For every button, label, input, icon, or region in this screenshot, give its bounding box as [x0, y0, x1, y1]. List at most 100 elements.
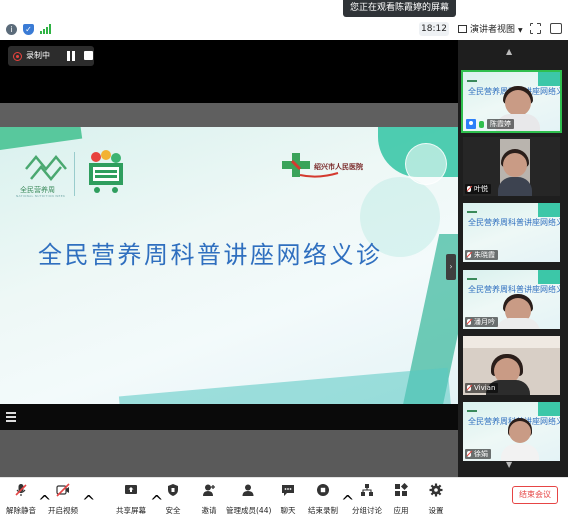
- breakout-rooms-label: 分组讨论: [352, 506, 382, 515]
- start-video-button[interactable]: 开启视频: [46, 482, 80, 515]
- participant-name-tag: 叶悦: [465, 184, 491, 194]
- security-button[interactable]: 安全: [161, 482, 185, 515]
- security-label: 安全: [165, 506, 181, 515]
- stop-record-icon: [317, 484, 329, 496]
- tile-decor: [538, 72, 560, 86]
- mic-muted-icon: [15, 484, 27, 496]
- participant-name: 朱晓霞: [474, 251, 495, 259]
- participants-label: 管理成员(44): [226, 506, 272, 515]
- tile-decor: [538, 203, 560, 217]
- meeting-window: i ✓ 您正在观看陈霞婷的屏幕 18:12 演讲者视图▼ 录制中 全民营养周: [0, 0, 568, 516]
- chat-label: 聊天: [280, 506, 296, 515]
- participant-name-tag: Vivian: [465, 383, 499, 393]
- viewing-screen-toast: 您正在观看陈霞婷的屏幕: [343, 0, 456, 17]
- apps-icon: [395, 482, 409, 496]
- share-screen-icon: [125, 485, 137, 494]
- recording-label: 录制中: [26, 51, 50, 60]
- shared-screen-top-strip: [0, 103, 458, 127]
- participant-name: 潘月吟: [474, 318, 495, 326]
- invite-label: 邀请: [201, 506, 217, 515]
- participant-tile[interactable]: Vivian: [463, 336, 560, 395]
- participant-face: [505, 90, 531, 116]
- mic-muted-icon: [467, 451, 471, 457]
- stop-recording-label: 结束录制: [308, 506, 338, 515]
- top-bar: i ✓ 您正在观看陈霞婷的屏幕 18:12 演讲者视图 ▼: [0, 0, 568, 40]
- shared-slide: 全民营养周 NATIONAL NUTRITION WEEK 绍兴市人民医院 全民…: [0, 127, 458, 404]
- chat-button[interactable]: 聊天: [276, 482, 300, 515]
- host-icon: [466, 119, 476, 129]
- stop-recording-icon[interactable]: [84, 51, 93, 60]
- participants-icon: [242, 484, 254, 496]
- chevron-up-icon[interactable]: ^: [82, 492, 95, 511]
- list-icon[interactable]: [6, 412, 16, 422]
- add-user-icon: [203, 484, 215, 496]
- tile-logo: [467, 272, 477, 280]
- mic-muted-icon: [467, 186, 471, 192]
- settings-label: 设置: [428, 506, 444, 515]
- apps-button[interactable]: 应用: [389, 482, 413, 515]
- share-screen-button[interactable]: 共享屏幕: [114, 482, 148, 515]
- window-icon[interactable]: [550, 23, 562, 34]
- tile-decor: [538, 270, 560, 284]
- participant-tile[interactable]: 全民营养周科普讲座网络义诊 徐娟: [463, 402, 560, 461]
- participant-body: [501, 444, 539, 461]
- recording-bar: 录制中: [8, 46, 94, 66]
- chevron-down-icon[interactable]: ▼: [506, 460, 512, 469]
- mic-muted-icon: [467, 385, 471, 391]
- shield-icon[interactable]: ✓: [23, 24, 34, 35]
- chat-icon: [282, 485, 294, 496]
- info-icon[interactable]: i: [6, 24, 17, 35]
- participant-name-tag: 徐娟: [465, 449, 491, 459]
- participants-button[interactable]: 管理成员(44): [226, 482, 272, 515]
- participant-name-tag: 潘月吟: [465, 317, 498, 327]
- chevron-down-icon: ▼: [518, 27, 523, 34]
- collapse-gallery-button[interactable]: ›: [446, 254, 456, 280]
- mic-active-icon: [479, 121, 484, 128]
- view-mode-button[interactable]: 演讲者视图 ▼: [458, 22, 523, 38]
- participant-tile[interactable]: 叶悦: [463, 137, 560, 196]
- apps-label: 应用: [393, 506, 409, 515]
- participant-face: [503, 153, 527, 177]
- fullscreen-icon[interactable]: [529, 22, 541, 34]
- stop-recording-button[interactable]: 结束录制: [306, 482, 340, 515]
- mute-button[interactable]: 解除静音: [4, 482, 38, 515]
- end-meeting-button[interactable]: 结束会议: [512, 486, 558, 504]
- gear-icon: [429, 483, 443, 497]
- view-mode-label: 演讲者视图: [470, 25, 516, 35]
- chevron-up-icon[interactable]: ▲: [506, 47, 512, 56]
- participant-tile[interactable]: 全民营养周科普讲座网络义诊 潘月吟: [463, 270, 560, 329]
- logo-divider: [74, 152, 75, 196]
- participant-name: 徐娟: [474, 450, 488, 458]
- participant-name: 叶悦: [474, 185, 488, 193]
- network-signal-icon[interactable]: [40, 24, 52, 34]
- meeting-timer: 18:12: [419, 22, 449, 36]
- breakout-rooms-button[interactable]: 分组讨论: [350, 482, 384, 515]
- tile-logo: [467, 205, 477, 213]
- tile-decor: [538, 402, 560, 416]
- video-off-icon: [56, 483, 70, 497]
- start-video-label: 开启视频: [48, 506, 78, 515]
- participant-tile[interactable]: 全民营养周科普讲座网络义诊 陈霞婷: [461, 70, 562, 133]
- shield-icon: [168, 484, 178, 496]
- logo-left-subtext: NATIONAL NUTRITION WEEK: [16, 194, 66, 198]
- share-screen-label: 共享屏幕: [116, 506, 146, 515]
- tile-logo: [467, 404, 477, 412]
- mic-muted-icon: [467, 252, 471, 258]
- settings-button[interactable]: 设置: [424, 482, 448, 515]
- breakout-rooms-icon: [361, 484, 373, 496]
- pause-recording-icon[interactable]: [66, 51, 76, 61]
- slide-decor-circle: [405, 143, 447, 185]
- slide-title: 全民营养周科普讲座网络义诊: [38, 241, 383, 269]
- nutrition-week-logo: [25, 155, 67, 181]
- mic-muted-icon: [467, 319, 471, 325]
- participant-face: [509, 421, 531, 443]
- participant-name: 陈霞婷: [487, 119, 514, 129]
- participant-body: [498, 177, 532, 196]
- invite-button[interactable]: 邀请: [197, 482, 221, 515]
- participant-name: Vivian: [474, 384, 496, 392]
- participant-tile[interactable]: 全民营养周科普讲座网络义诊 朱晓霞: [463, 203, 560, 262]
- hospital-name: 绍兴市人民医院: [314, 163, 363, 171]
- participant-name-tag: 朱晓霞: [465, 250, 498, 260]
- recording-dot-icon: [13, 52, 22, 61]
- shared-screen-bottom-strip: [0, 404, 458, 430]
